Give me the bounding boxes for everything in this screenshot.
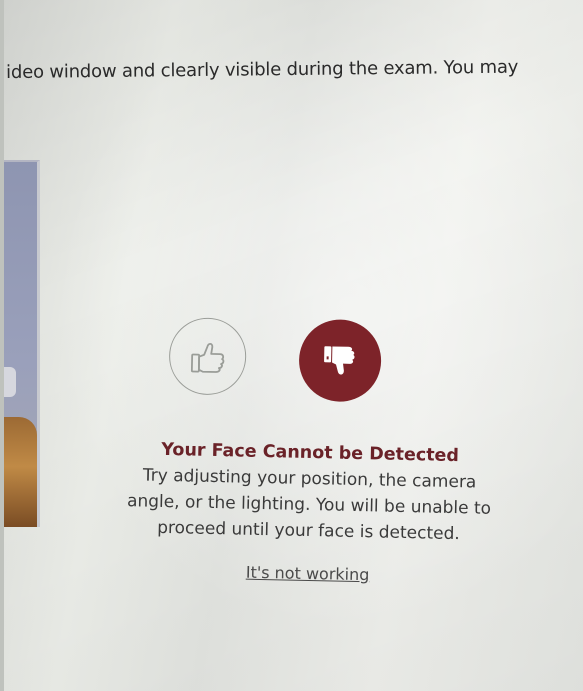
not-working-link[interactable]: It's not working [97, 560, 517, 588]
face-detection-panel: Your Face Cannot be Detected Try adjusti… [97, 296, 524, 625]
video-background-detail [4, 367, 16, 397]
webcam-video-preview [4, 160, 40, 527]
video-person-shoulder [4, 417, 37, 527]
thumbs-down-icon [298, 318, 382, 403]
thumbs-up-icon [168, 317, 247, 396]
status-message: Try adjusting your position, the camera … [126, 465, 492, 545]
